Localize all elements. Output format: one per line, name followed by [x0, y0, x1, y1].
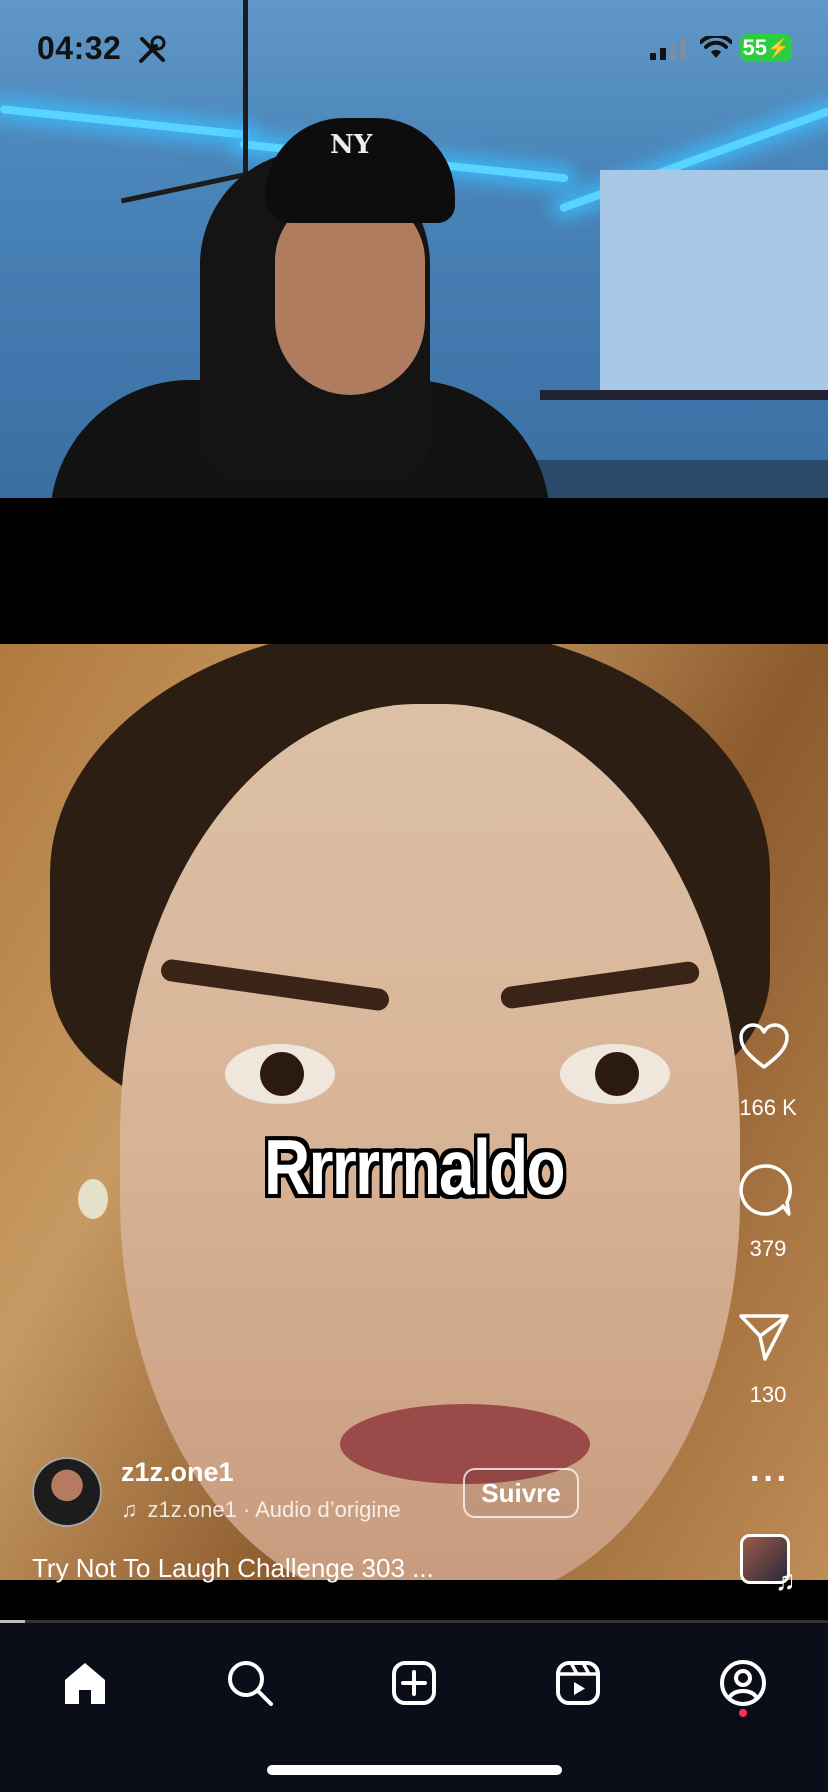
bottom-video-frame[interactable]	[0, 644, 828, 1580]
cap-logo: NY	[330, 130, 373, 160]
kitchen-counter	[520, 460, 828, 498]
create-icon	[392, 1661, 436, 1705]
heart-icon[interactable]	[738, 1023, 790, 1071]
nav-reels[interactable]	[548, 1653, 608, 1713]
nav-profile[interactable]	[713, 1653, 773, 1713]
video-gap	[0, 498, 828, 644]
tools-icon	[139, 35, 166, 63]
signal-icon	[650, 38, 686, 60]
nav-search[interactable]	[220, 1653, 280, 1713]
search-icon	[228, 1661, 273, 1706]
comment-count: 379	[749, 1236, 787, 1261]
profile-notification-dot	[739, 1709, 747, 1717]
home-icon	[65, 1663, 105, 1704]
music-icon: ♫	[121, 1497, 138, 1522]
reels-icon	[556, 1661, 600, 1705]
nav-create[interactable]	[384, 1653, 444, 1713]
profile-icon	[720, 1660, 766, 1706]
person-face	[275, 195, 425, 395]
comment-icon[interactable]	[738, 1163, 792, 1217]
follow-button[interactable]: Suivre	[463, 1468, 579, 1518]
eye-left	[225, 1044, 335, 1104]
audio-label: z1z.one1 · Audio d’origine	[147, 1497, 401, 1522]
home-indicator[interactable]	[267, 1765, 562, 1775]
battery-icon: 55 ⚡	[740, 34, 792, 62]
audio-info[interactable]: ♫ z1z.one1 · Audio d’origine	[121, 1497, 401, 1523]
wifi-icon	[700, 36, 732, 58]
music-note-icon: ♫	[775, 1565, 796, 1596]
share-icon[interactable]	[738, 1312, 790, 1362]
nav-home[interactable]	[55, 1653, 115, 1713]
post-description[interactable]: Try Not To Laugh Challenge 303 ...	[32, 1553, 434, 1584]
status-bar: 04:32 55 ⚡	[0, 0, 828, 100]
author-username[interactable]: z1z.one1	[121, 1457, 234, 1488]
share-count: 130	[749, 1382, 787, 1407]
kitchen-cabinets	[600, 170, 828, 390]
status-time: 04:32	[37, 30, 122, 66]
battery-level: 55	[742, 35, 768, 60]
video-caption: Rrrrrnaldo	[264, 1123, 566, 1211]
more-options-icon[interactable]: ···	[750, 1460, 790, 1499]
eye-right	[560, 1044, 670, 1104]
kitchen-shelf	[540, 390, 828, 400]
led-strip	[0, 105, 250, 140]
author-avatar[interactable]	[32, 1457, 102, 1527]
like-count: 166 K	[739, 1095, 797, 1120]
